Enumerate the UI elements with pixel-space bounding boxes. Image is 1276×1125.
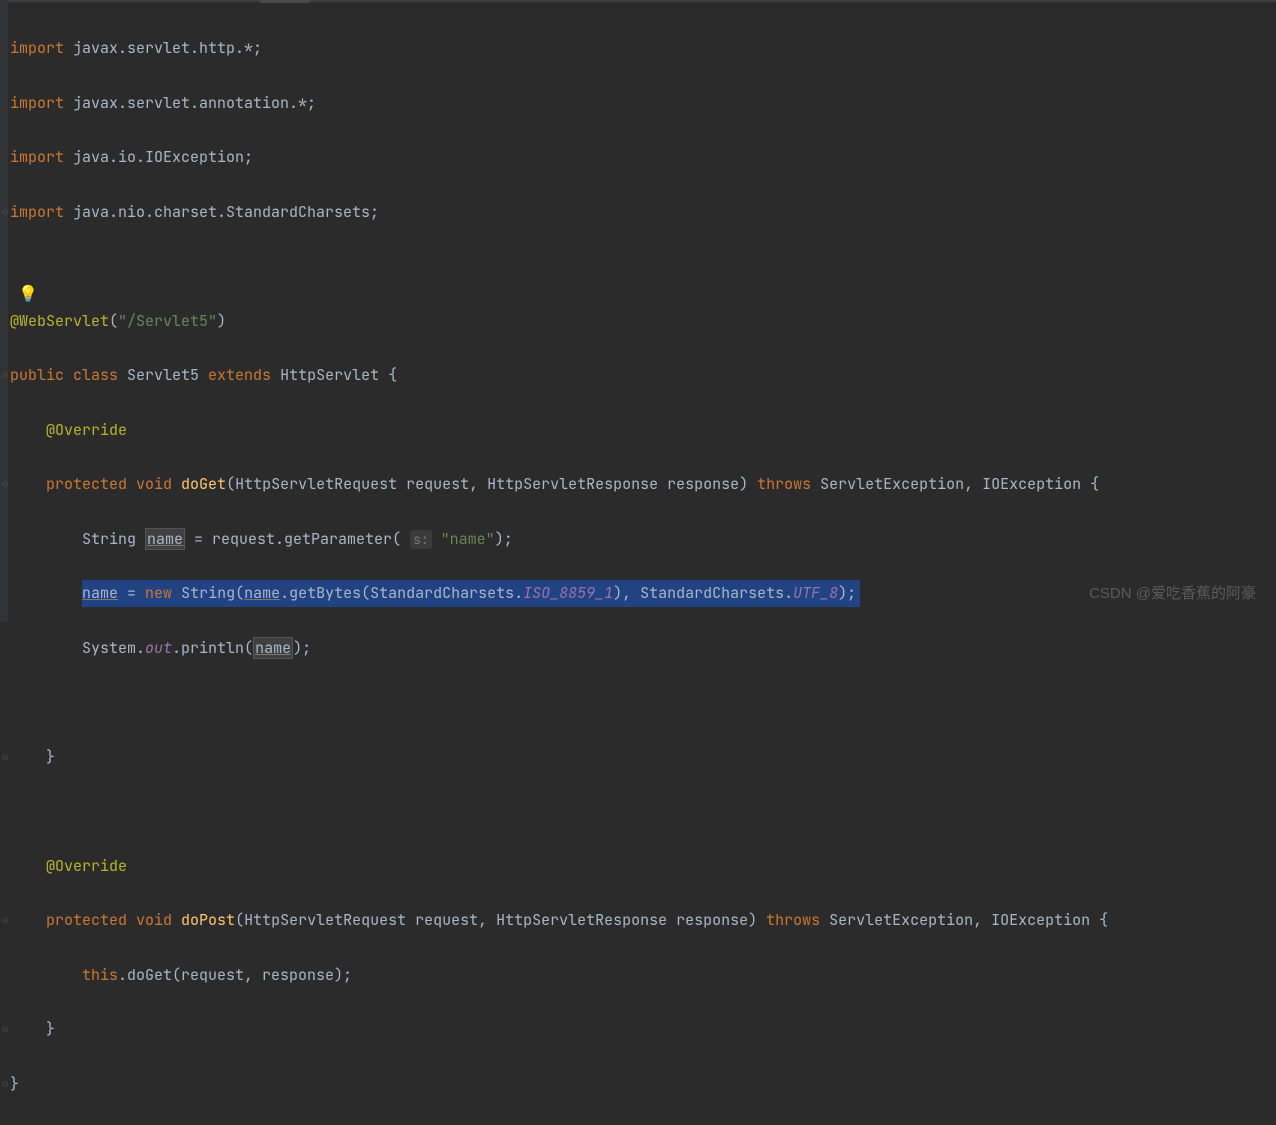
keyword-public: public [10,365,73,385]
code-line: import java.io.IOException; [10,144,1276,172]
println: .println( [172,638,253,658]
fold-icon[interactable]: ⊖ [0,907,10,934]
import-path: javax.servlet.http.*; [64,38,262,58]
keyword-void: void [136,910,181,930]
import-path: javax.servlet.annotation.*; [64,93,316,113]
code-line [10,798,1276,826]
brace: } [46,747,55,767]
type-string: String [82,529,145,549]
string-literal: "name" [432,529,495,549]
params: (HttpServletRequest request, HttpServlet… [226,474,757,494]
variable-name: name [82,583,118,603]
variable-name: name [244,583,280,603]
paren: ) [217,311,226,331]
code-line: import javax.servlet.annotation.*; [10,90,1276,118]
paren: ); [838,583,856,603]
code-editor[interactable]: import javax.servlet.http.*; import java… [0,0,1276,1125]
keyword-import: import [10,93,64,113]
annotation-webservlet: @WebServlet [10,311,109,331]
keyword-throws: throws [757,474,820,494]
paren: ); [293,638,311,658]
text: ), StandardCharsets. [613,583,793,603]
import-path: java.nio.charset.StandardCharsets; [64,202,379,222]
exceptions: ServletException, IOException { [820,474,1099,494]
keyword-import: import [10,202,64,222]
keyword-void: void [136,474,181,494]
keyword-protected: protected [46,474,136,494]
brace: } [10,1074,19,1094]
code-line: ⊖ protected void doGet(HttpServletReques… [10,471,1276,499]
annotation-override: @Override [46,420,127,440]
editor-top-border [0,0,1276,2]
code-line: ⊖public class Servlet5 extends HttpServl… [10,362,1276,390]
variable-name: name [253,637,293,659]
fold-icon[interactable]: ⊖ [0,744,10,771]
keyword-throws: throws [766,910,829,930]
code-line: ⊖ protected void doPost(HttpServletReque… [10,907,1276,935]
brace: } [46,1019,55,1039]
code-line: System.out.println(name); [10,635,1276,663]
fold-icon[interactable]: ⊖ [0,1071,10,1098]
system: System. [82,638,145,658]
selected-code: name = new String(name.getBytes(Standard… [82,580,860,607]
watermark: CSDN @爱吃香蕉的阿豪 [1089,580,1256,607]
code-line: ⊖} [10,1071,1276,1099]
code-line [10,689,1276,717]
keyword-import: import [10,147,64,167]
fold-icon[interactable]: ⊖ [0,362,10,389]
code-line: ⊖ } [10,744,1276,772]
method-call: .doGet(request, response); [118,965,352,985]
method-doGet: doGet [181,474,226,494]
static-iso: ISO_8859_1 [523,583,613,603]
class-name: Servlet5 [127,365,208,385]
keyword-protected: protected [46,910,136,930]
import-path: java.io.IOException; [64,147,253,167]
code-line: @WebServlet("/Servlet5") [10,308,1276,336]
keyword-new: new [145,583,181,603]
param-hint: s: [410,530,432,549]
code-line: ⊖import java.nio.charset.StandardCharset… [10,199,1276,227]
variable-name: name [145,528,185,550]
intention-bulb-icon[interactable]: 💡 [18,280,38,309]
code-line: @Override [10,417,1276,445]
method-doPost: doPost [181,910,235,930]
static-utf8: UTF_8 [793,583,838,603]
exceptions: ServletException, IOException { [829,910,1108,930]
editor-gutter[interactable] [0,0,8,622]
assignment: = request.getParameter( [185,529,410,549]
code-line: this.doGet(request, response); [10,962,1276,990]
keyword-extends: extends [208,365,280,385]
code-line: @Override [10,853,1276,881]
method-call: .getBytes(StandardCharsets. [280,583,523,603]
annotation-override: @Override [46,856,127,876]
paren: ( [109,311,118,331]
code-line: import javax.servlet.http.*; [10,35,1276,63]
code-line [10,253,1276,281]
string-literal: "/Servlet5" [118,311,217,331]
fold-icon[interactable]: ⊖ [0,1016,10,1043]
keyword-import: import [10,38,64,58]
paren: ); [495,529,513,549]
code-line: name = new String(name.getBytes(Standard… [10,580,1276,608]
keyword-class: class [73,365,127,385]
tab-indicator [260,0,310,3]
super-class: HttpServlet { [280,365,397,385]
fold-icon[interactable]: ⊖ [0,471,10,498]
code-line: ⊖ } [10,1016,1276,1044]
eq: = [118,583,145,603]
ctor: String( [181,583,244,603]
params: (HttpServletRequest request, HttpServlet… [235,910,766,930]
static-out: out [145,638,172,658]
fold-icon[interactable]: ⊖ [0,199,10,226]
keyword-this: this [82,965,118,985]
code-line: String name = request.getParameter( s: "… [10,526,1276,554]
